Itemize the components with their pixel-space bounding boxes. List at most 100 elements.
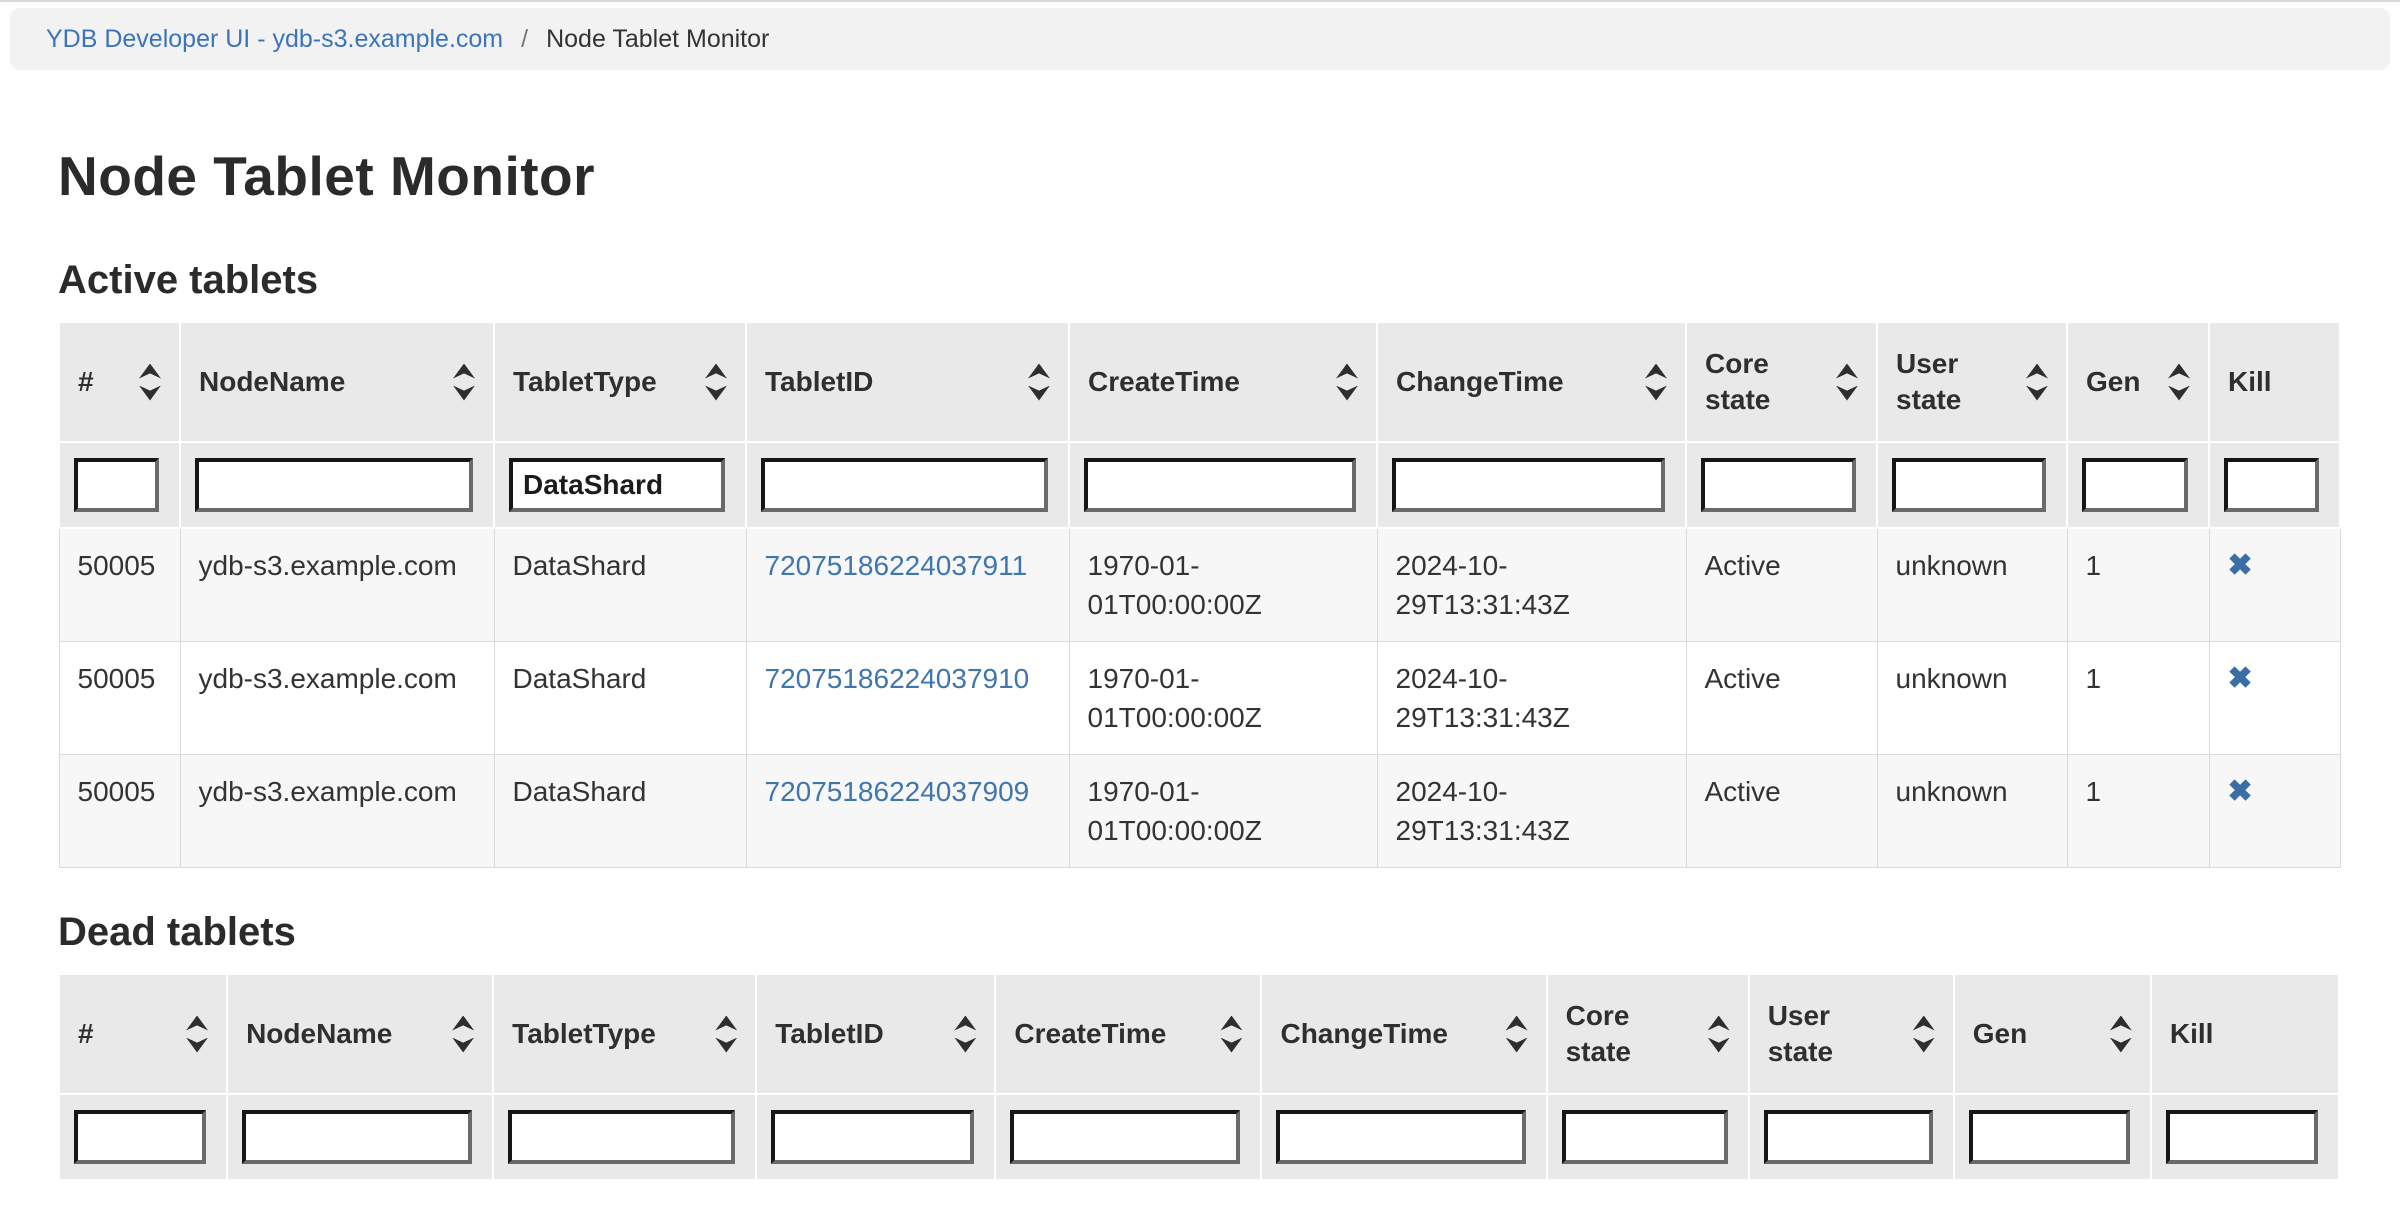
cell-tabletid: 72075186224037911	[746, 528, 1069, 642]
column-header-kill: Kill	[2209, 322, 2340, 442]
cell-changetime: 2024-10-29T13:31:43Z	[1377, 755, 1686, 868]
column-header-corestate[interactable]: Core state	[1686, 322, 1877, 442]
column-header-tablettype[interactable]: TabletType	[493, 974, 756, 1094]
filter-input-tablettype[interactable]	[509, 458, 725, 512]
filter-input-changetime[interactable]	[1276, 1110, 1525, 1164]
column-header-userstate[interactable]: User state	[1877, 322, 2067, 442]
column-header-kill: Kill	[2151, 974, 2339, 1094]
filter-input-num[interactable]	[74, 1110, 206, 1164]
column-header-num[interactable]: #	[59, 974, 227, 1094]
column-header-tabletid[interactable]: TabletID	[746, 322, 1069, 442]
cell-nodename: ydb-s3.example.com	[180, 528, 494, 642]
column-header-corestate[interactable]: Core state	[1547, 974, 1749, 1094]
filter-cell	[227, 1094, 493, 1180]
column-header-tabletid[interactable]: TabletID	[756, 974, 995, 1094]
active-header-row: # NodeName TabletType TabletID CreateTim…	[59, 322, 2340, 442]
breadcrumb-home-link[interactable]: YDB Developer UI - ydb-s3.example.com	[46, 25, 503, 54]
sort-icon[interactable]	[1506, 1016, 1528, 1053]
filter-input-createtime[interactable]	[1084, 458, 1356, 512]
filter-input-tabletid[interactable]	[771, 1110, 974, 1164]
filter-input-corestate[interactable]	[1562, 1110, 1728, 1164]
kill-button[interactable]: ✖	[2228, 546, 2253, 585]
filter-cell	[1261, 1094, 1546, 1180]
cell-gen: 1	[2067, 528, 2209, 642]
sort-icon[interactable]	[1336, 364, 1358, 401]
cell-userstate: unknown	[1877, 528, 2067, 642]
sort-icon[interactable]	[1028, 364, 1050, 401]
filter-cell	[995, 1094, 1261, 1180]
filter-cell	[180, 442, 494, 528]
column-header-nodename[interactable]: NodeName	[180, 322, 494, 442]
dead-tablets-heading: Dead tablets	[58, 910, 2342, 955]
filter-cell	[1547, 1094, 1749, 1180]
column-header-changetime[interactable]: ChangeTime	[1377, 322, 1686, 442]
active-tablets-table: # NodeName TabletType TabletID CreateTim…	[58, 321, 2341, 868]
filter-input-userstate[interactable]	[1764, 1110, 1933, 1164]
cell-corestate: Active	[1686, 755, 1877, 868]
tablet-id-link[interactable]: 72075186224037911	[765, 550, 1028, 581]
kill-button[interactable]: ✖	[2228, 659, 2253, 698]
column-header-changetime[interactable]: ChangeTime	[1261, 974, 1546, 1094]
filter-input-gen[interactable]	[2082, 458, 2188, 512]
cell-createtime: 1970-01-01T00:00:00Z	[1069, 528, 1377, 642]
sort-icon[interactable]	[1836, 364, 1858, 401]
cell-changetime: 2024-10-29T13:31:43Z	[1377, 528, 1686, 642]
tablet-id-link[interactable]: 72075186224037909	[765, 776, 1030, 807]
sort-icon[interactable]	[139, 364, 161, 401]
column-header-createtime[interactable]: CreateTime	[995, 974, 1261, 1094]
filter-cell	[1954, 1094, 2151, 1180]
sort-icon[interactable]	[705, 364, 727, 401]
column-header-gen[interactable]: Gen	[1954, 974, 2151, 1094]
cell-num: 50005	[59, 528, 180, 642]
filter-input-changetime[interactable]	[1392, 458, 1665, 512]
filter-input-nodename[interactable]	[195, 458, 473, 512]
filter-input-kill[interactable]	[2224, 458, 2319, 512]
sort-icon[interactable]	[2026, 364, 2048, 401]
sort-icon[interactable]	[1220, 1016, 1242, 1053]
filter-input-createtime[interactable]	[1010, 1110, 1240, 1164]
active-filter-row	[59, 442, 2340, 528]
sort-icon[interactable]	[954, 1016, 976, 1053]
filter-input-tablettype[interactable]	[508, 1110, 735, 1164]
sort-icon[interactable]	[452, 1016, 474, 1053]
kill-button[interactable]: ✖	[2228, 772, 2253, 811]
sort-icon[interactable]	[1913, 1016, 1935, 1053]
sort-icon[interactable]	[186, 1016, 208, 1053]
filter-cell	[1686, 442, 1877, 528]
cell-nodename: ydb-s3.example.com	[180, 642, 494, 755]
table-row: 50005 ydb-s3.example.com DataShard 72075…	[59, 528, 2340, 642]
page-title: Node Tablet Monitor	[58, 144, 2342, 208]
cell-tablettype: DataShard	[494, 528, 746, 642]
filter-input-tabletid[interactable]	[761, 458, 1048, 512]
filter-input-gen[interactable]	[1969, 1110, 2130, 1164]
filter-cell	[1069, 442, 1377, 528]
filter-cell	[756, 1094, 995, 1180]
breadcrumb-bar: YDB Developer UI - ydb-s3.example.com / …	[0, 0, 2400, 70]
cell-nodename: ydb-s3.example.com	[180, 755, 494, 868]
filter-cell	[494, 442, 746, 528]
cell-userstate: unknown	[1877, 755, 2067, 868]
filter-input-kill[interactable]	[2166, 1110, 2318, 1164]
column-header-num[interactable]: #	[59, 322, 180, 442]
filter-input-corestate[interactable]	[1701, 458, 1856, 512]
tablet-id-link[interactable]: 72075186224037910	[765, 663, 1030, 694]
column-header-createtime[interactable]: CreateTime	[1069, 322, 1377, 442]
sort-icon[interactable]	[2168, 364, 2190, 401]
sort-icon[interactable]	[715, 1016, 737, 1053]
cell-num: 50005	[59, 755, 180, 868]
cell-kill: ✖	[2209, 755, 2340, 868]
filter-input-num[interactable]	[74, 458, 159, 512]
sort-icon[interactable]	[453, 364, 475, 401]
column-header-userstate[interactable]: User state	[1749, 974, 1954, 1094]
sort-icon[interactable]	[1645, 364, 1667, 401]
filter-cell	[59, 1094, 227, 1180]
filter-input-nodename[interactable]	[242, 1110, 472, 1164]
column-header-tablettype[interactable]: TabletType	[494, 322, 746, 442]
sort-icon[interactable]	[1708, 1016, 1730, 1053]
cell-tabletid: 72075186224037910	[746, 642, 1069, 755]
column-header-gen[interactable]: Gen	[2067, 322, 2209, 442]
dead-tablets-table: # NodeName TabletType TabletID CreateTim…	[58, 973, 2340, 1181]
filter-input-userstate[interactable]	[1892, 458, 2046, 512]
column-header-nodename[interactable]: NodeName	[227, 974, 493, 1094]
sort-icon[interactable]	[2110, 1016, 2132, 1053]
